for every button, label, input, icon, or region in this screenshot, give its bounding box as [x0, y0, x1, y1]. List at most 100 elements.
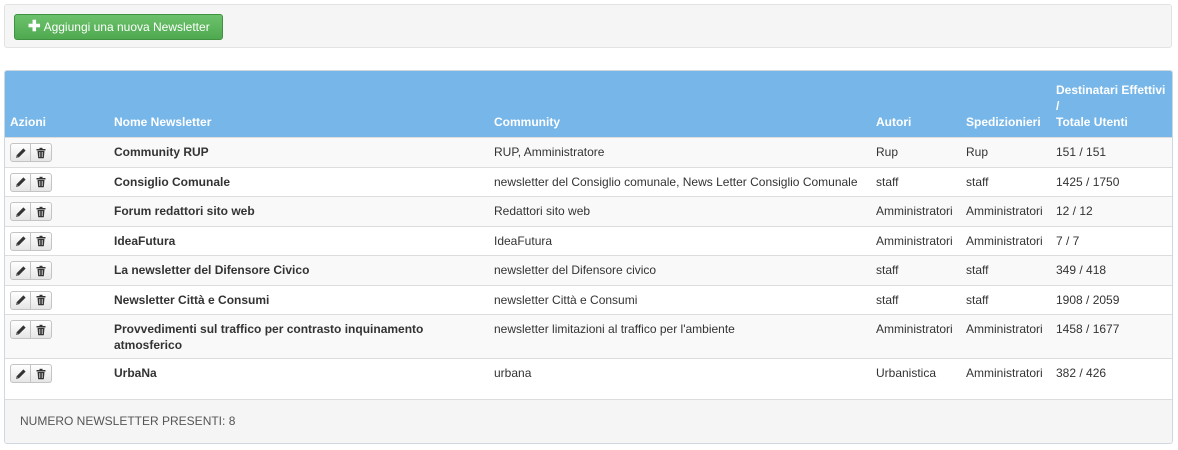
- row-recipients: 12 / 12: [1051, 196, 1172, 226]
- row-name: Newsletter Città e Consumi: [109, 284, 489, 315]
- add-newsletter-label: Aggiungi una nuova Newsletter: [43, 20, 210, 34]
- row-senders: Rup: [961, 137, 1051, 167]
- row-authors: staff: [871, 255, 961, 285]
- header-community: Community: [489, 71, 871, 138]
- header-recipients-line1: Destinatari Effettivi: [1056, 83, 1166, 97]
- row-name: Provvedimenti sul traffico per contrasto…: [109, 314, 489, 359]
- row-actions: [5, 284, 109, 315]
- row-actions: [5, 137, 109, 167]
- row-name: UrbaNa: [109, 358, 489, 388]
- row-action-group: [10, 320, 52, 339]
- row-community: urbana: [489, 358, 871, 388]
- row-authors: staff: [871, 166, 961, 197]
- trash-icon: [36, 147, 46, 158]
- row-recipients: 151 / 151: [1051, 137, 1172, 167]
- row-authors: Amministratori: [871, 225, 961, 256]
- table-row: Provvedimenti sul traffico per contrasto…: [5, 314, 1172, 359]
- table-row: La newsletter del Difensore Civico newsl…: [5, 255, 1172, 285]
- header-recipients: Destinatari Effettivi / Totale Utenti: [1051, 71, 1172, 138]
- row-authors: Amministratori: [871, 314, 961, 359]
- row-senders: Amministratori: [961, 225, 1051, 256]
- delete-button[interactable]: [31, 364, 52, 383]
- row-action-group: [10, 231, 52, 251]
- edit-button[interactable]: [10, 143, 31, 162]
- row-action-group: [10, 261, 52, 280]
- delete-button[interactable]: [31, 202, 52, 221]
- edit-button[interactable]: [10, 261, 31, 280]
- row-action-group: [10, 364, 52, 383]
- pencil-icon: [15, 236, 26, 246]
- row-community: Redattori sito web: [489, 196, 871, 226]
- row-authors: Urbanistica: [871, 358, 961, 388]
- row-recipients: 349 / 418: [1051, 255, 1172, 285]
- row-community: newsletter del Difensore civico: [489, 255, 871, 285]
- row-community: newsletter Città e Consumi: [489, 284, 871, 315]
- row-action-group: [10, 290, 52, 310]
- delete-button[interactable]: [31, 261, 52, 280]
- pencil-icon: [15, 324, 26, 335]
- row-name: La newsletter del Difensore Civico: [109, 255, 489, 285]
- row-community: newsletter del Consiglio comunale, News …: [489, 166, 871, 197]
- edit-button[interactable]: [10, 320, 31, 339]
- pencil-icon: [15, 295, 26, 305]
- row-authors: Amministratori: [871, 196, 961, 226]
- trash-icon: [36, 294, 46, 306]
- row-action-group: [10, 172, 52, 192]
- row-recipients: 1908 / 2059: [1051, 284, 1172, 315]
- plus-icon: ✚: [28, 18, 41, 35]
- row-actions: [5, 166, 109, 197]
- row-action-group: [10, 202, 52, 221]
- trash-icon: [36, 176, 46, 188]
- trash-icon: [36, 235, 46, 247]
- newsletter-panel: Azioni Nome Newsletter Community Autori …: [4, 70, 1173, 444]
- row-authors: staff: [871, 284, 961, 315]
- row-recipients: 7 / 7: [1051, 225, 1172, 256]
- row-actions: [5, 358, 109, 388]
- row-actions: [5, 314, 109, 359]
- newsletter-count: NUMERO NEWSLETTER PRESENTI: 8: [20, 414, 236, 428]
- edit-button[interactable]: [10, 202, 31, 221]
- row-senders: staff: [961, 255, 1051, 285]
- add-newsletter-button[interactable]: ✚ Aggiungi una nuova Newsletter: [14, 14, 223, 40]
- table-row: IdeaFutura IdeaFutura Amministratori Amm…: [5, 225, 1172, 256]
- table-row: Forum redattori sito web Redattori sito …: [5, 196, 1172, 226]
- pencil-icon: [15, 206, 26, 217]
- header-actions: Azioni: [5, 71, 109, 138]
- row-senders: staff: [961, 166, 1051, 197]
- delete-button[interactable]: [31, 231, 52, 251]
- trash-icon: [36, 265, 46, 276]
- pencil-icon: [15, 368, 26, 379]
- row-name: Consiglio Comunale: [109, 166, 489, 197]
- trash-icon: [36, 368, 46, 379]
- edit-button[interactable]: [10, 231, 31, 251]
- row-senders: Amministratori: [961, 314, 1051, 359]
- row-authors: Rup: [871, 137, 961, 167]
- delete-button[interactable]: [31, 320, 52, 339]
- delete-button[interactable]: [31, 143, 52, 162]
- row-name: Community RUP: [109, 137, 489, 167]
- table-row: UrbaNa urbana Urbanistica Amministratori…: [5, 358, 1172, 388]
- row-name: IdeaFutura: [109, 225, 489, 256]
- header-recipients-line3: Totale Utenti: [1056, 115, 1128, 129]
- header-authors: Autori: [871, 71, 961, 138]
- pencil-icon: [15, 147, 26, 158]
- row-recipients: 382 / 426: [1051, 358, 1172, 388]
- row-recipients: 1458 / 1677: [1051, 314, 1172, 359]
- edit-button[interactable]: [10, 290, 31, 310]
- row-recipients: 1425 / 1750: [1051, 166, 1172, 197]
- row-actions: [5, 255, 109, 285]
- header-recipients-line2: /: [1056, 99, 1060, 113]
- pencil-icon: [15, 265, 26, 276]
- row-senders: Amministratori: [961, 358, 1051, 388]
- delete-button[interactable]: [31, 172, 52, 192]
- row-senders: Amministratori: [961, 196, 1051, 226]
- row-community: newsletter limitazioni al traffico per l…: [489, 314, 871, 359]
- row-community: RUP, Amministratore: [489, 137, 871, 167]
- table-row: Community RUP RUP, Amministratore Rup Ru…: [5, 137, 1172, 167]
- edit-button[interactable]: [10, 172, 31, 192]
- edit-button[interactable]: [10, 364, 31, 383]
- newsletter-table: Azioni Nome Newsletter Community Autori …: [5, 71, 1172, 388]
- row-actions: [5, 225, 109, 256]
- delete-button[interactable]: [31, 290, 52, 310]
- header-name: Nome Newsletter: [109, 71, 489, 138]
